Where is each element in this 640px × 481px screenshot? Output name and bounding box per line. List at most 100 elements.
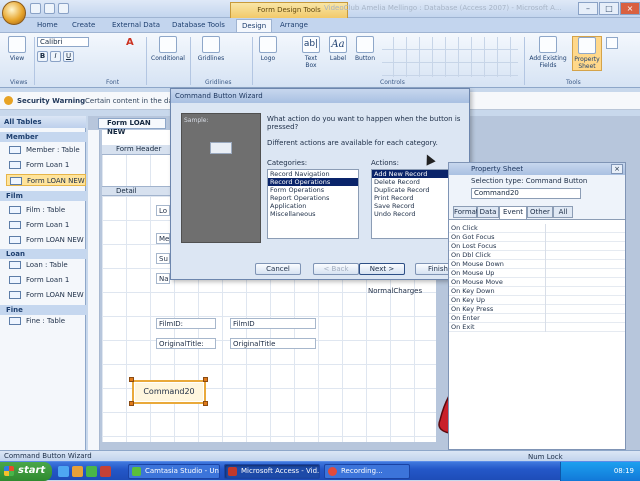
property-row[interactable]: On Lost Focus (449, 242, 625, 251)
command20-button[interactable]: Command20 (132, 380, 206, 404)
logo-button[interactable]: Logo (255, 36, 281, 62)
redo-icon[interactable] (58, 3, 69, 14)
button-button[interactable]: Button (351, 36, 379, 62)
tab-create[interactable]: Create (72, 19, 95, 32)
maximize-icon[interactable]: □ (599, 2, 619, 15)
original-title-field[interactable]: OriginalTitle (230, 338, 316, 349)
next-button[interactable]: Next > (359, 263, 405, 275)
close-icon[interactable]: × (620, 2, 640, 15)
category-item[interactable]: Record Navigation (268, 170, 358, 178)
category-item[interactable]: Form Operations (268, 186, 358, 194)
property-sheet-button[interactable]: Property Sheet (572, 36, 602, 71)
resize-handle[interactable] (203, 401, 208, 406)
nav-item-fine-table[interactable]: Fine : Table (6, 315, 86, 327)
gridlines-button[interactable]: Gridlines (194, 36, 228, 62)
tab-event[interactable]: Event (499, 206, 527, 219)
label-button[interactable]: Aa Label (325, 36, 351, 62)
property-row[interactable]: On Click (449, 224, 625, 233)
tab-format[interactable]: Format (453, 206, 479, 218)
underline-icon[interactable]: U (63, 51, 74, 62)
quick-launch-icon[interactable] (72, 466, 83, 477)
logo-label: Logo (260, 55, 276, 62)
tab-home[interactable]: Home (37, 19, 58, 32)
tab-database-tools[interactable]: Database Tools (172, 19, 225, 32)
category-item[interactable]: Miscellaneous (268, 210, 358, 218)
quick-launch-icon[interactable] (58, 466, 69, 477)
taskbar-item-camtasia[interactable]: Camtasia Studio - Unt... (128, 464, 220, 479)
category-item-selected[interactable]: Record Operations (268, 178, 358, 186)
resize-handle[interactable] (203, 377, 208, 382)
partial-label[interactable]: Lo (156, 205, 170, 216)
selected-control-combo[interactable]: Command20 (471, 188, 581, 199)
quick-launch-icon[interactable] (100, 466, 111, 477)
tab-external-data[interactable]: External Data (112, 19, 160, 32)
cancel-button[interactable]: Cancel (255, 263, 301, 275)
nav-item-loan-table[interactable]: Loan : Table (6, 259, 86, 271)
group-label-font: Font (106, 79, 120, 86)
add-existing-fields-button[interactable]: Add Existing Fields (526, 36, 570, 69)
nav-item-member-form-loan-new[interactable]: Form LOAN NEW (6, 174, 86, 186)
property-row[interactable]: On Mouse Down (449, 260, 625, 269)
property-row[interactable]: On Dbl Click (449, 251, 625, 260)
property-row[interactable]: On Key Up (449, 296, 625, 305)
clock[interactable]: 08:19 (614, 467, 634, 475)
nav-item-film-form-loan-1[interactable]: Form Loan 1 (6, 219, 86, 231)
document-tab[interactable]: Form LOAN NEW (98, 118, 166, 136)
bold-icon[interactable]: B (37, 51, 48, 62)
property-row[interactable]: On Got Focus (449, 233, 625, 242)
nav-group-film[interactable]: Film (0, 191, 86, 201)
property-row[interactable]: On Mouse Up (449, 269, 625, 278)
close-icon[interactable]: × (611, 164, 623, 174)
normal-charges-label[interactable]: NormalCharges (366, 286, 432, 297)
conditional-button[interactable]: Conditional (148, 36, 188, 62)
tools-small-icon[interactable] (606, 37, 618, 49)
back-button[interactable]: < Back (313, 263, 359, 275)
resize-handle[interactable] (129, 377, 134, 382)
taskbar-item-access[interactable]: Microsoft Access - Vid... (224, 464, 320, 479)
font-name-select[interactable]: Calibri (37, 37, 89, 47)
tab-design[interactable]: Design (236, 19, 273, 32)
tab-all[interactable]: All (553, 206, 573, 218)
property-row[interactable]: On Mouse Move (449, 278, 625, 287)
property-row[interactable]: On Exit (449, 323, 625, 332)
resize-handle[interactable] (129, 401, 134, 406)
nav-item-film-form-loan-new[interactable]: Form LOAN NEW (6, 234, 86, 246)
partial-label[interactable]: Su (156, 253, 170, 264)
original-title-label[interactable]: OriginalTitle: (156, 338, 216, 349)
property-row[interactable]: On Key Down (449, 287, 625, 296)
save-icon[interactable] (30, 3, 41, 14)
tab-arrange[interactable]: Arrange (280, 19, 308, 32)
category-item[interactable]: Application (268, 202, 358, 210)
text-box-icon: ab| (302, 36, 320, 53)
quick-launch-icon[interactable] (86, 466, 97, 477)
minimize-icon[interactable]: – (578, 2, 598, 15)
category-item[interactable]: Report Operations (268, 194, 358, 202)
tab-other[interactable]: Other (527, 206, 553, 218)
filmid-label[interactable]: FilmID: (156, 318, 216, 329)
nav-item-loan-form-loan-1[interactable]: Form Loan 1 (6, 274, 86, 286)
text-box-button[interactable]: ab| Text Box (299, 36, 323, 69)
nav-group-member[interactable]: Member (0, 132, 86, 142)
italic-icon[interactable]: I (50, 51, 61, 62)
controls-gallery[interactable] (382, 37, 518, 77)
start-button[interactable]: start (0, 462, 52, 481)
undo-icon[interactable] (44, 3, 55, 14)
font-color-icon[interactable]: A (126, 37, 138, 49)
form-icon (9, 236, 21, 244)
nav-group-fine[interactable]: Fine (0, 305, 86, 315)
office-button[interactable] (2, 1, 26, 25)
view-button[interactable]: View (4, 36, 30, 62)
partial-label[interactable]: Na (156, 273, 170, 284)
nav-header[interactable]: All Tables (0, 116, 86, 128)
nav-item-film-table[interactable]: Film : Table (6, 204, 86, 216)
taskbar-item-recording[interactable]: Recording... (324, 464, 410, 479)
tab-data[interactable]: Data (477, 206, 499, 218)
property-row[interactable]: On Enter (449, 314, 625, 323)
nav-group-loan[interactable]: Loan (0, 249, 86, 259)
property-row[interactable]: On Key Press (449, 305, 625, 314)
partial-label[interactable]: Me (156, 233, 170, 244)
nav-item-member-table[interactable]: Member : Table (6, 144, 86, 156)
nav-item-member-form-loan-1[interactable]: Form Loan 1 (6, 159, 86, 171)
filmid-field[interactable]: FilmID (230, 318, 316, 329)
nav-item-loan-form-loan-new[interactable]: Form LOAN NEW (6, 289, 86, 301)
